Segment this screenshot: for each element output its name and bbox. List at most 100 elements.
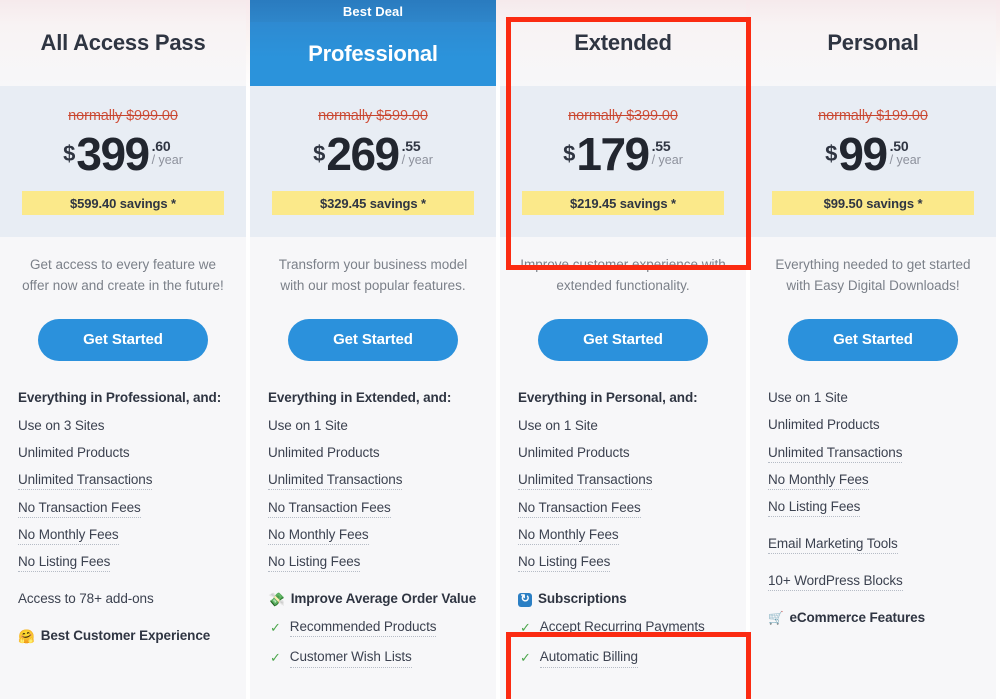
check-icon: ✓ <box>270 619 281 635</box>
feature-label: No Monthly Fees <box>768 471 869 490</box>
plan-title: Extended <box>574 30 672 55</box>
feature-label: Everything in Professional, and: <box>18 389 222 405</box>
plan-header: Best Deal Professional <box>250 0 496 86</box>
feature-item: Unlimited Products <box>768 417 996 433</box>
price-row: $269.55/ year <box>313 129 433 177</box>
feature-item[interactable]: No Listing Fees <box>768 499 996 518</box>
subscriptions-icon <box>518 592 532 607</box>
price-row: $179.55/ year <box>563 129 683 177</box>
feature-label: Use on 1 Site <box>518 417 598 433</box>
savings-badge: $599.40 savings * <box>22 191 224 215</box>
currency-symbol: $ <box>563 141 576 166</box>
feature-label: No Listing Fees <box>268 554 360 573</box>
feature-label: No Monthly Fees <box>518 527 619 546</box>
check-icon: ✓ <box>270 649 281 665</box>
price-cents: .50 <box>889 138 909 154</box>
feature-label: No Monthly Fees <box>268 527 369 546</box>
price-block: normally $999.00 $399.60/ year $599.40 sav… <box>0 86 246 237</box>
feature-label: No Listing Fees <box>518 554 610 573</box>
feature-list: Use on 1 Site Unlimited Products Unlimited… <box>750 361 996 638</box>
feature-label: Everything in Extended, and: <box>268 389 452 405</box>
feature-label: No Transaction Fees <box>18 499 141 518</box>
price-amount: 399 <box>76 128 150 180</box>
feature-item[interactable]: ✓ Accept Recurring Payments <box>518 619 746 638</box>
feature-label: Use on 1 Site <box>268 417 348 433</box>
feature-label: Use on 1 Site <box>768 389 848 405</box>
feature-item[interactable]: Unlimited Transactions <box>268 472 496 491</box>
feature-list-heading: Everything in Extended, and: <box>268 389 496 406</box>
price-cents-group: .55/ year <box>402 139 433 167</box>
feature-label: Best Customer Experience <box>40 628 211 644</box>
pricing-column-extended: Extended normally $399.00 $179.55/ year $21… <box>500 0 746 699</box>
original-price: normally $199.00 <box>818 108 928 124</box>
plan-header: Personal <box>750 0 996 86</box>
feature-item[interactable]: Unlimited Transactions <box>768 444 996 463</box>
feature-label: Unlimited Products <box>18 445 130 461</box>
get-started-button[interactable]: Get Started <box>538 318 708 361</box>
feature-item: 💸 Improve Average Order Value <box>268 591 496 607</box>
feature-label: Improve Average Order Value <box>290 591 477 607</box>
price-row: $399.60/ year <box>63 129 183 177</box>
currency-symbol: $ <box>313 141 326 166</box>
plan-title: All Access Pass <box>40 30 206 55</box>
feature-label: Email Marketing Tools <box>768 536 898 555</box>
feature-label: Unlimited Products <box>768 417 880 433</box>
plan-body: Get access to every feature we offer now… <box>0 237 246 699</box>
savings-badge: $329.45 savings * <box>272 191 474 215</box>
get-started-button[interactable]: Get Started <box>788 318 958 361</box>
feature-item[interactable]: No Monthly Fees <box>768 471 996 490</box>
feature-label: 10+ WordPress Blocks <box>768 572 903 591</box>
feature-item[interactable]: No Monthly Fees <box>268 527 496 546</box>
feature-label: No Listing Fees <box>768 499 860 518</box>
feature-item[interactable]: No Transaction Fees <box>268 499 496 518</box>
plan-description: Get access to every feature we offer now… <box>22 257 224 293</box>
feature-item: 🤗 Best Customer Experience <box>18 628 246 644</box>
plan-header: All Access Pass <box>0 0 246 86</box>
feature-list: Everything in Extended, and: Use on 1 Sit… <box>250 361 496 680</box>
get-started-button[interactable]: Get Started <box>288 318 458 361</box>
original-price: normally $399.00 <box>568 108 678 124</box>
feature-item[interactable]: No Transaction Fees <box>18 499 246 518</box>
feature-label: Accept Recurring Payments <box>539 619 705 638</box>
plan-body: Everything needed to get started with Ea… <box>750 237 996 699</box>
currency-symbol: $ <box>825 141 838 166</box>
price-amount: 99 <box>838 128 888 180</box>
get-started-button[interactable]: Get Started <box>38 318 208 361</box>
feature-label: No Transaction Fees <box>268 499 391 518</box>
feature-item[interactable]: ✓ Recommended Products <box>268 619 496 638</box>
billing-period: / year <box>889 152 921 167</box>
price-block: normally $199.00 $99.50/ year $99.50 savin… <box>750 86 996 237</box>
savings-badge: $99.50 savings * <box>772 191 974 215</box>
feature-list: Everything in Personal, and: Use on 1 Sit… <box>500 361 746 680</box>
price-cents: .55 <box>401 138 421 154</box>
feature-list-heading: Everything in Personal, and: <box>518 390 746 406</box>
feature-item: Use on 3 Sites <box>18 418 246 434</box>
shopping-cart-emoji: 🛒 <box>768 610 784 625</box>
feature-item: Unlimited Products <box>518 445 746 461</box>
feature-item[interactable]: No Monthly Fees <box>18 527 246 546</box>
feature-item[interactable]: No Listing Fees <box>518 554 746 573</box>
currency-symbol: $ <box>63 141 76 166</box>
feature-item[interactable]: No Listing Fees <box>18 554 246 573</box>
pricing-table: All Access Pass normally $999.00 $399.60/ … <box>0 0 1000 699</box>
plan-description: Transform your business model with our m… <box>278 257 468 293</box>
savings-badge: $219.45 savings * <box>522 191 724 215</box>
plan-body: Transform your business model with our m… <box>250 237 496 699</box>
feature-label: No Transaction Fees <box>518 499 641 518</box>
feature-item[interactable]: Email Marketing Tools <box>768 536 996 555</box>
feature-item[interactable]: ✓ Automatic Billing <box>518 649 746 668</box>
feature-label: Unlimited Products <box>268 445 380 461</box>
feature-item[interactable]: 10+ WordPress Blocks <box>768 572 996 591</box>
feature-item[interactable]: Unlimited Transactions <box>518 472 746 491</box>
feature-item[interactable]: No Listing Fees <box>268 554 496 573</box>
plan-body: Improve customer experience with extende… <box>500 237 746 699</box>
feature-item[interactable]: No Transaction Fees <box>518 499 746 518</box>
feature-item[interactable]: No Monthly Fees <box>518 527 746 546</box>
feature-item[interactable]: ✓ Customer Wish Lists <box>268 649 496 668</box>
feature-label: Unlimited Transactions <box>768 444 902 463</box>
feature-label: No Listing Fees <box>18 554 110 573</box>
feature-item[interactable]: Unlimited Transactions <box>18 472 246 491</box>
price-cents: .60 <box>151 138 171 154</box>
feature-item: Subscriptions <box>518 591 746 607</box>
feature-label: Unlimited Transactions <box>518 472 652 491</box>
